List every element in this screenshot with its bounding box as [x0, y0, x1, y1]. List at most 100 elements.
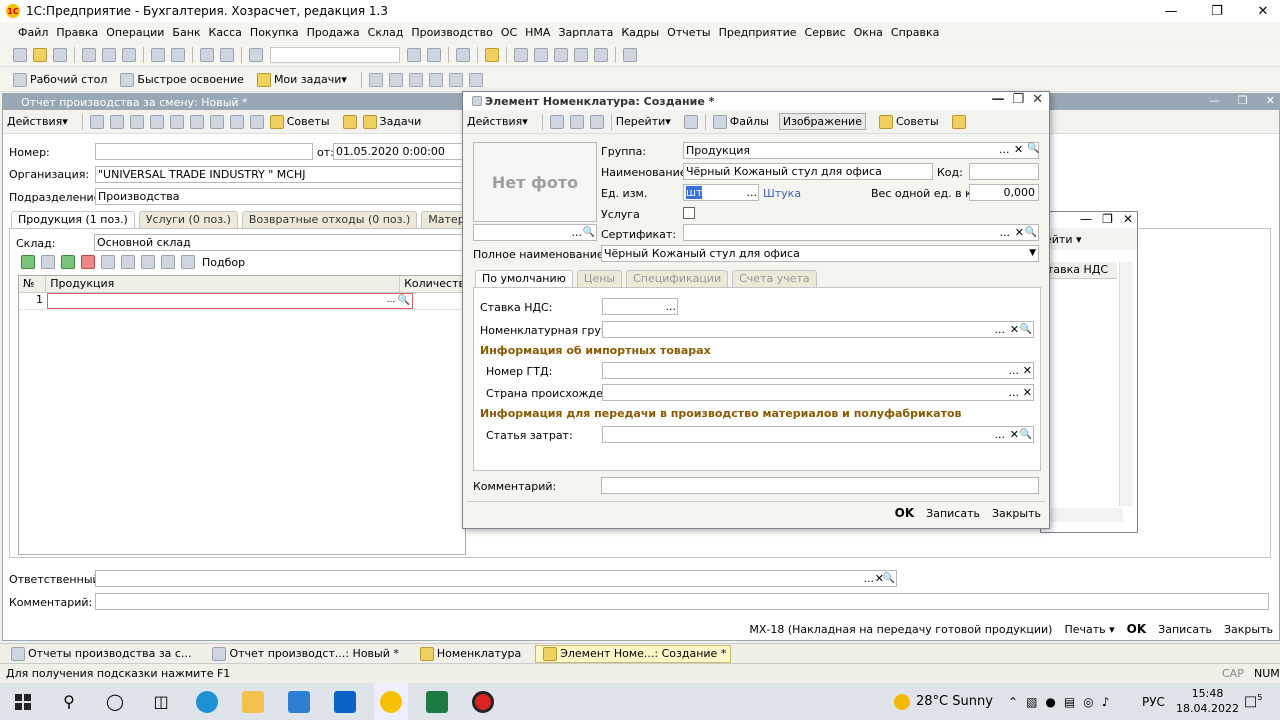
print-form-button[interactable]: МХ-18 (Накладная на передачу готовой про… [749, 623, 1052, 636]
maximize-icon[interactable]: ❐ [1194, 0, 1240, 22]
menu-item[interactable]: Правка [56, 26, 98, 39]
doc-add-icon[interactable] [89, 114, 104, 129]
search-icon[interactable]: 🔍 [1020, 322, 1032, 337]
doc-unpost-icon[interactable] [149, 114, 164, 129]
menu-item[interactable]: Продажа [307, 26, 360, 39]
group-field[interactable]: Продукция [683, 142, 1039, 159]
doc-actions-button[interactable]: Действия ▾ [7, 115, 68, 128]
tools-icon[interactable] [623, 47, 637, 62]
memory-m-icon[interactable] [554, 47, 568, 62]
file-explorer-icon[interactable] [236, 683, 270, 720]
doc-based-icon[interactable] [169, 114, 184, 129]
print-button[interactable]: Печать ▾ [1064, 623, 1114, 636]
my-tasks-button[interactable]: Мои задачи ▾ [254, 72, 347, 87]
menu-item[interactable]: Операции [106, 26, 164, 39]
doc-tips-button[interactable]: Советы [267, 114, 330, 129]
menu-item[interactable]: Касса [209, 26, 242, 39]
min-icon[interactable]: — [1209, 94, 1220, 107]
panel-icon-2[interactable] [388, 72, 403, 87]
move-down-icon[interactable] [141, 255, 155, 269]
clear-icon[interactable]: ✕ [1014, 143, 1023, 156]
tab-accounts[interactable]: Счета учета [732, 270, 817, 287]
search-icon[interactable] [249, 47, 263, 62]
doc-tasks-button[interactable]: Задачи [360, 114, 421, 129]
paste-icon[interactable] [122, 47, 136, 62]
panel-icon-1[interactable] [368, 72, 383, 87]
search-icon[interactable]: 🔍 [583, 225, 595, 240]
dialog-tips-button[interactable]: Советы [876, 114, 939, 129]
search-icon[interactable]: 🔍 [1027, 143, 1039, 154]
dropdown-icon[interactable]: ▼ [1029, 246, 1036, 261]
doc-structure-icon[interactable] [209, 114, 224, 129]
menu-item[interactable]: Предприятие [719, 26, 797, 39]
clear-icon[interactable]: ✕ [1023, 385, 1032, 400]
date-field[interactable]: 01.05.2020 0:00:00 [333, 143, 463, 160]
table-row[interactable]: 1 ... 🔍 [19, 293, 465, 310]
name-field[interactable]: Чёрный Кожаный стул для офиса [683, 163, 933, 180]
files-button[interactable]: Файлы [710, 114, 769, 129]
doc-dt-kt-icon[interactable] [189, 114, 204, 129]
choose-button[interactable]: ... [1009, 363, 1020, 378]
task-view-icon[interactable]: ◫ [144, 683, 178, 720]
close-icon[interactable]: ✕ [1266, 94, 1275, 107]
menu-item[interactable]: Зарплата [558, 26, 613, 39]
warehouse-field[interactable]: Основной склад [94, 234, 464, 251]
help-icon[interactable] [951, 114, 966, 129]
language-indicator[interactable]: РУС [1142, 695, 1165, 709]
menu-item[interactable]: ОС [501, 26, 517, 39]
move-up-icon[interactable] [121, 255, 135, 269]
dialog-save-icon[interactable] [549, 114, 564, 129]
menu-item[interactable]: Производство [411, 26, 492, 39]
copy-row-icon[interactable] [41, 255, 55, 269]
ok-button[interactable]: OK [895, 506, 915, 520]
choose-button[interactable]: ... [999, 143, 1010, 156]
search-icon[interactable]: ⚲ [52, 683, 86, 720]
sort-desc-icon[interactable] [181, 255, 195, 269]
windows-icon[interactable] [456, 47, 470, 62]
nomgroup-field[interactable]: ... ✕ 🔍 [602, 321, 1034, 338]
vat-field[interactable]: ... [602, 298, 678, 315]
horizontal-scrollbar[interactable] [1041, 508, 1123, 522]
go-menu-button[interactable]: ейти ▾ [1045, 233, 1082, 246]
excel-icon[interactable] [420, 683, 454, 720]
edit-row-icon[interactable] [61, 255, 75, 269]
organization-field[interactable]: "UNIVERSAL TRADE INDUSTRY " MCHJ [95, 166, 463, 183]
undo-icon[interactable] [200, 47, 214, 62]
dialog-structure-icon[interactable] [683, 114, 698, 129]
print-icon[interactable] [151, 47, 165, 62]
comment-field[interactable] [95, 593, 1269, 610]
choose-button[interactable]: ... [995, 322, 1006, 337]
calc-icon[interactable] [514, 47, 528, 62]
panel-icon-6[interactable] [468, 72, 483, 87]
panel-icon-3[interactable] [408, 72, 423, 87]
windows-start-icon[interactable] [6, 683, 40, 720]
calendar-icon[interactable] [534, 47, 548, 62]
clear-icon[interactable]: ✕ [1010, 322, 1019, 337]
responsible-field[interactable]: ... ✕ 🔍 [95, 570, 897, 587]
close-icon[interactable]: ✕ [1240, 0, 1280, 22]
fullname-field[interactable]: Чёрный Кожаный стул для офиса ▼ [601, 245, 1039, 262]
search-icon[interactable]: 🔍 [398, 295, 410, 306]
clear-icon[interactable]: ✕ [1010, 427, 1019, 442]
copy-icon[interactable] [102, 47, 116, 62]
search-icon[interactable]: 🔍 [1025, 225, 1037, 240]
window-tab-element-create[interactable]: Элемент Номе...: Создание * [535, 644, 732, 663]
cut-icon[interactable] [82, 47, 96, 62]
dialog-comment-field[interactable] [601, 477, 1039, 494]
preview-icon[interactable] [171, 47, 185, 62]
memory-minus-icon[interactable] [594, 47, 608, 62]
gtd-field[interactable]: ... ✕ [602, 362, 1034, 379]
choose-button[interactable]: ... [666, 299, 677, 314]
dialog-copy-icon[interactable] [589, 114, 604, 129]
pick-button[interactable]: Подбор [202, 256, 245, 269]
minimize-icon[interactable]: — [1148, 0, 1194, 22]
tab-prices[interactable]: Цены [576, 270, 623, 287]
maximize-icon[interactable]: ❐ [1012, 92, 1024, 107]
cortana-icon[interactable]: ◯ [98, 683, 132, 720]
clock[interactable]: 15:48 18.04.2022 [1176, 686, 1239, 716]
find-prev-icon[interactable] [427, 47, 441, 62]
tab-specifications[interactable]: Спецификации [626, 270, 729, 287]
restore-icon[interactable]: ❐ [1102, 212, 1113, 228]
1c-taskbar-icon[interactable] [374, 683, 408, 720]
restore-icon[interactable]: ❐ [1238, 94, 1248, 107]
